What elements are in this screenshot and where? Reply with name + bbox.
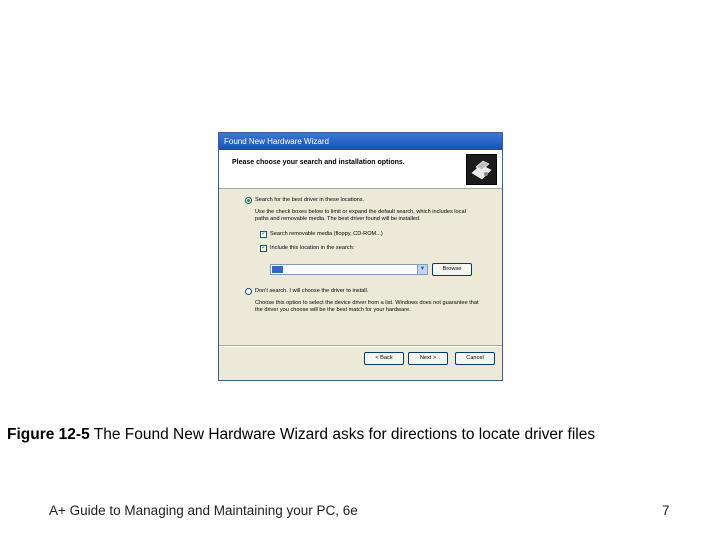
search-description-line1: Use the check boxes below to limit or ex… [255, 209, 466, 215]
search-description-line2: paths and removable media. The best driv… [255, 216, 421, 222]
removable-media-label: Search removable media (floppy, CD-ROM..… [270, 231, 383, 237]
window-title: Found New Hardware Wizard [219, 133, 502, 150]
back-button[interactable]: < Back [364, 352, 404, 365]
wizard-header: Please choose your search and installati… [219, 150, 502, 189]
browse-button[interactable]: Browse [432, 263, 472, 276]
wizard-window: Found New Hardware Wizard Please choose … [218, 132, 503, 381]
header-text: Please choose your search and installati… [232, 159, 405, 166]
figure-label: Figure 12-5 [7, 426, 90, 443]
dont-search-label: Don't search. I will choose the driver t… [255, 288, 369, 294]
include-location-checkbox[interactable] [260, 243, 267, 252]
cancel-button[interactable]: Cancel [455, 352, 495, 365]
dont-search-radio[interactable] [245, 288, 252, 295]
location-combobox[interactable]: ▼ [270, 264, 428, 275]
figure-caption: Figure 12-5 The Found New Hardware Wizar… [7, 426, 595, 444]
caption-text: The Found New Hardware Wizard asks for d… [89, 426, 596, 443]
location-value [272, 266, 283, 273]
chevron-down-icon[interactable]: ▼ [417, 265, 427, 274]
wizard-body: Search for the best driver in these loca… [219, 189, 502, 365]
next-button[interactable]: Next > [408, 352, 448, 365]
search-locations-radio[interactable] [245, 197, 252, 204]
page-number: 7 [662, 503, 670, 518]
dont-search-description-line1: Choose this option to select the device … [255, 300, 479, 306]
removable-media-checkbox[interactable] [260, 229, 267, 238]
book-title: A+ Guide to Managing and Maintaining you… [49, 503, 358, 518]
include-location-label: Include this location in the search: [270, 245, 355, 251]
footer-divider [219, 345, 502, 347]
search-locations-label: Search for the best driver in these loca… [255, 197, 365, 203]
hardware-wizard-icon [466, 154, 497, 185]
dont-search-description-line2: the driver you choose will be the best m… [255, 307, 411, 313]
